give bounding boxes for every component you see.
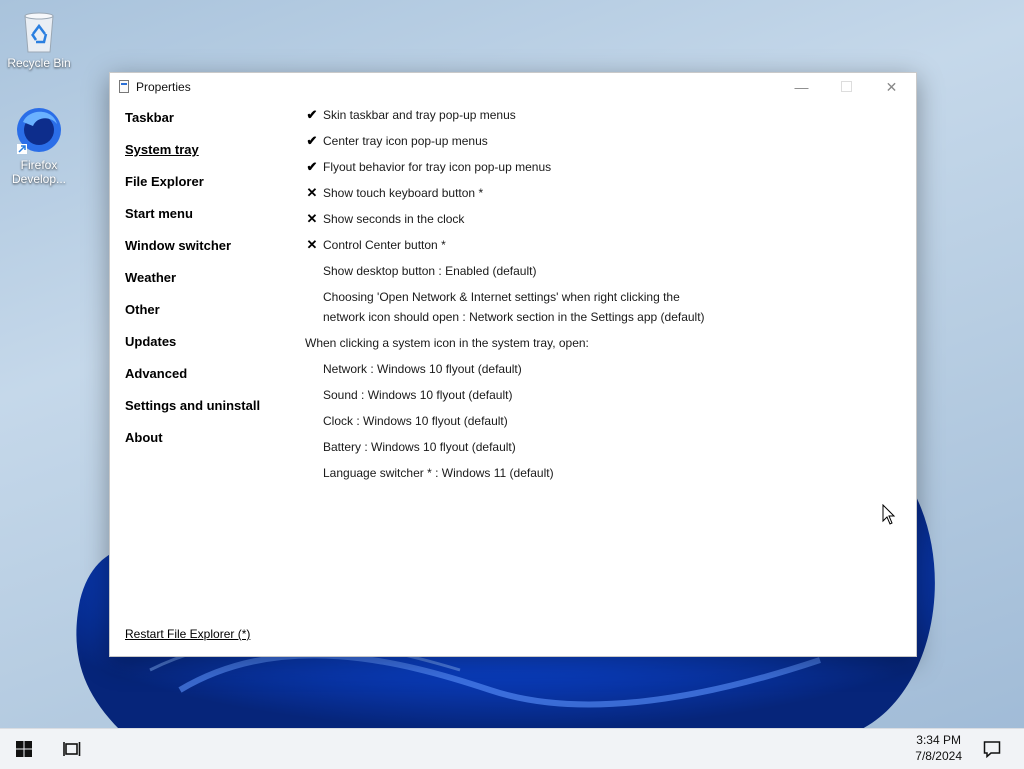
mouse-cursor-icon [882, 504, 896, 525]
nav-item-weather[interactable]: Weather [125, 270, 176, 285]
option-touch-keyboard-button[interactable]: Show touch keyboard button * [323, 186, 483, 200]
nav-item-system-tray[interactable]: System tray [125, 142, 199, 157]
desktop-icon-label: Firefox Develop... [11, 158, 67, 186]
option-network-settings-line2[interactable]: network icon should open : Network secti… [323, 310, 705, 324]
check-icon: ✔ [306, 107, 318, 122]
title-bar[interactable]: Properties — ✕ [110, 73, 916, 101]
option-skin-taskbar-menus[interactable]: Skin taskbar and tray pop-up menus [323, 108, 516, 122]
option-sound-flyout[interactable]: Sound : Windows 10 flyout (default) [323, 388, 512, 402]
option-battery-flyout[interactable]: Battery : Windows 10 flyout (default) [323, 440, 516, 454]
nav-item-updates[interactable]: Updates [125, 334, 176, 349]
cross-icon: ✕ [306, 237, 318, 252]
desktop-icon-firefox-developer[interactable]: Firefox Develop... [3, 104, 75, 186]
option-flyout-behavior[interactable]: Flyout behavior for tray icon pop-up men… [323, 160, 551, 174]
notification-icon [983, 741, 1001, 758]
nav-item-settings-and-uninstall[interactable]: Settings and uninstall [125, 398, 260, 413]
maximize-icon [841, 81, 852, 92]
window-title: Properties [136, 80, 191, 94]
option-control-center-button[interactable]: Control Center button * [323, 238, 446, 252]
desktop-icon-label: Recycle Bin [7, 56, 71, 70]
option-network-settings-line1[interactable]: Choosing 'Open Network & Internet settin… [323, 290, 680, 304]
option-center-tray-menus[interactable]: Center tray icon pop-up menus [323, 134, 488, 148]
start-button[interactable] [2, 729, 46, 769]
check-icon: ✔ [306, 133, 318, 148]
task-view-icon [63, 742, 81, 756]
notification-center-button[interactable] [970, 729, 1014, 769]
desktop-icon-recycle-bin[interactable]: Recycle Bin [3, 10, 75, 70]
restart-file-explorer-link[interactable]: Restart File Explorer (*) [125, 627, 250, 641]
nav-item-start-menu[interactable]: Start menu [125, 206, 193, 221]
maximize-button[interactable] [824, 73, 869, 101]
taskbar-clock[interactable]: 3:34 PM 7/8/2024 [915, 732, 962, 764]
nav-item-other[interactable]: Other [125, 302, 160, 317]
taskbar: 3:34 PM 7/8/2024 [0, 728, 1024, 769]
cross-icon: ✕ [306, 211, 318, 226]
option-clock-flyout[interactable]: Clock : Windows 10 flyout (default) [323, 414, 508, 428]
option-show-seconds-clock[interactable]: Show seconds in the clock [323, 212, 464, 226]
nav-item-taskbar[interactable]: Taskbar [125, 110, 174, 125]
option-network-flyout[interactable]: Network : Windows 10 flyout (default) [323, 362, 522, 376]
nav-item-about[interactable]: About [125, 430, 163, 445]
tray-click-heading: When clicking a system icon in the syste… [305, 336, 589, 350]
nav-item-advanced[interactable]: Advanced [125, 366, 187, 381]
app-icon [119, 80, 129, 93]
option-language-switcher[interactable]: Language switcher * : Windows 11 (defaul… [323, 466, 554, 480]
option-show-desktop-button[interactable]: Show desktop button : Enabled (default) [323, 264, 536, 278]
clock-date: 7/8/2024 [915, 749, 962, 763]
close-button[interactable]: ✕ [869, 73, 914, 101]
nav-item-file-explorer[interactable]: File Explorer [125, 174, 204, 189]
check-icon: ✔ [306, 159, 318, 174]
recycle-bin-icon [24, 12, 54, 53]
windows-logo-icon [16, 741, 32, 757]
clock-time: 3:34 PM [916, 733, 961, 747]
task-view-button[interactable] [50, 729, 94, 769]
properties-window: Properties — ✕ Taskbar System tray File … [109, 72, 917, 657]
nav-item-window-switcher[interactable]: Window switcher [125, 238, 231, 253]
cross-icon: ✕ [306, 185, 318, 200]
minimize-button[interactable]: — [779, 73, 824, 101]
firefox-developer-icon [17, 108, 61, 154]
